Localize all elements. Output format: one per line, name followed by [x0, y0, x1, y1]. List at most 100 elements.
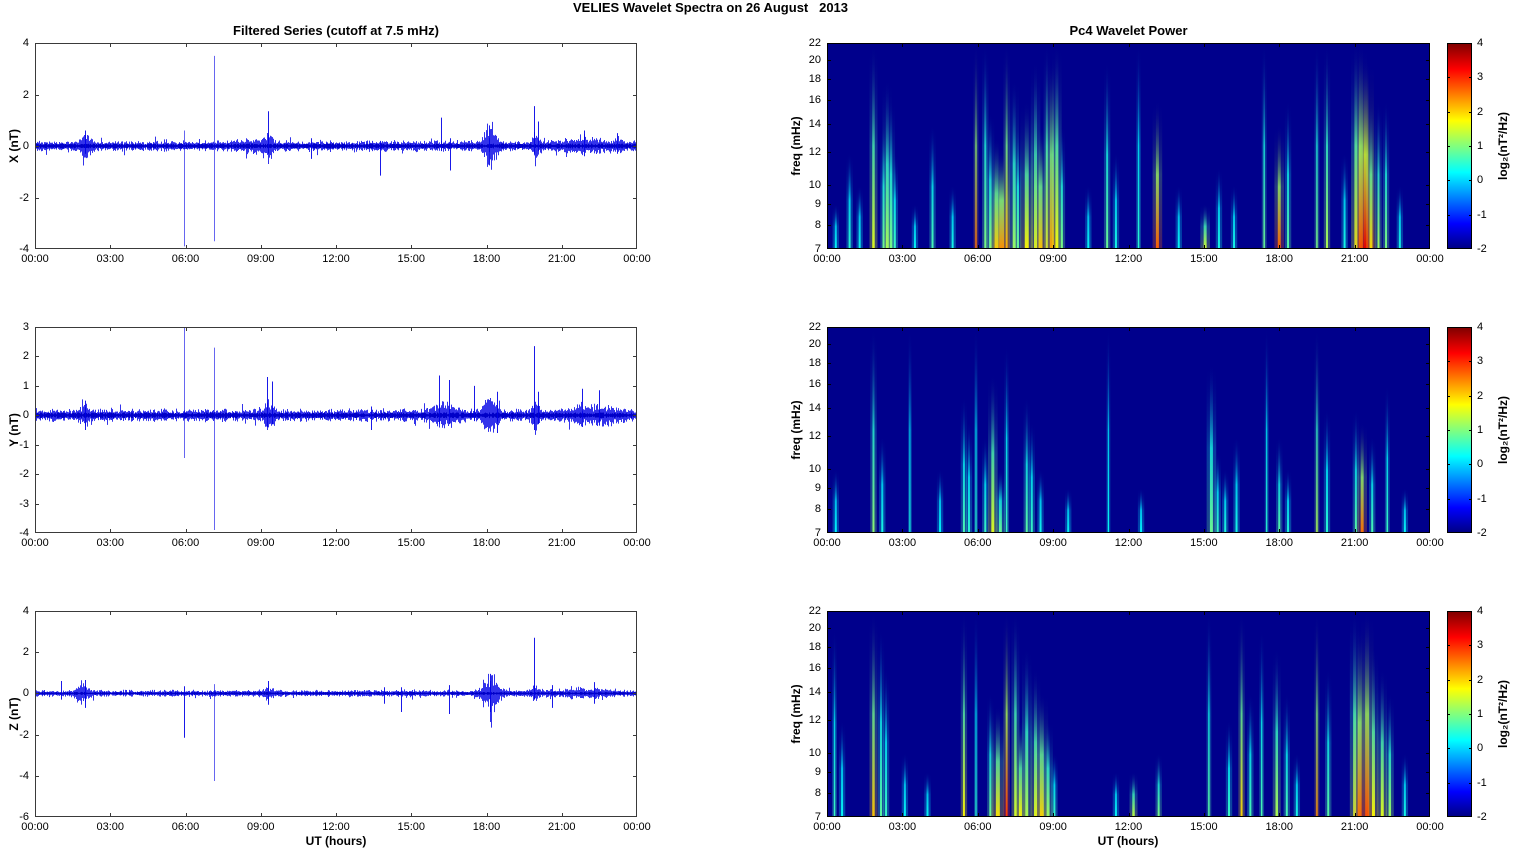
x-tick-label: 21:00 — [547, 253, 576, 265]
y-tick-label: 2 — [22, 88, 29, 101]
colorbar-tick-label: -2 — [1477, 527, 1487, 539]
x-tick-label: 12:00 — [1114, 537, 1143, 549]
plot-canvas — [35, 327, 637, 533]
x-tick-label: 06:00 — [963, 821, 992, 833]
plot-canvas — [35, 611, 637, 817]
x-tick-label: 18:00 — [472, 821, 501, 833]
x-tick-label: 15:00 — [1190, 821, 1218, 833]
plot-canvas — [827, 327, 1430, 533]
y-axis-label: Z (nT) — [7, 697, 21, 731]
x-tick-label: 06:00 — [963, 537, 992, 549]
x-tick-label: 15:00 — [397, 253, 426, 265]
freq-tick-label: 7 — [814, 811, 821, 823]
freq-tick-label: 20 — [808, 338, 821, 351]
y-axis-label: freq (mHz) — [789, 116, 803, 176]
colorbar-z: 4 3 2 1 0 -1 -2 log₂(nT²/Hz) — [1447, 605, 1510, 823]
plot-canvas — [1447, 327, 1472, 533]
freq-tick-label: 18 — [808, 641, 821, 654]
x-tick-label: 15:00 — [397, 537, 426, 549]
colorbar-tick-label: 3 — [1477, 71, 1484, 84]
x-tick-label: 03:00 — [96, 253, 125, 265]
panel-z-wavelet-power: 00:00 03:00 06:00 09:00 12:00 15:00 18:00 21:00… — [789, 605, 1444, 833]
left-column-title: Filtered Series (cutoff at 7.5 mHz) — [233, 23, 439, 38]
x-tick-label: 09:00 — [246, 253, 275, 265]
freq-tick-label: 9 — [814, 197, 821, 210]
freq-tick-label: 20 — [808, 622, 821, 635]
freq-tick-label: 16 — [808, 662, 821, 675]
x-tick-label: 12:00 — [322, 537, 350, 549]
x-tick-label: 00:00 — [623, 253, 651, 265]
x-tick-label: 18:00 — [1265, 821, 1294, 833]
y-tick-label: -4 — [19, 527, 29, 539]
figure-title: VELIES Wavelet Spectra on 26 August 2013 — [572, 0, 849, 15]
x-tick-label: 12:00 — [1114, 253, 1143, 265]
ut-hours-label-left: UT (hours) — [305, 834, 367, 848]
x-tick-label: 21:00 — [1340, 253, 1369, 265]
wavelet-spectra-figure: VELIES Wavelet Spectra on 26 August 2013… — [0, 0, 1515, 851]
colorbar-label: log₂(nT²/Hz) — [1496, 680, 1510, 748]
y-tick-label: -3 — [19, 497, 29, 510]
x-tick-label: 21:00 — [547, 537, 576, 549]
plot-canvas — [1447, 43, 1472, 249]
panel-y-filtered-series: 00:00 03:00 06:00 09:00 12:00 15:00 18:00 21:00… — [7, 321, 651, 549]
x-tick-label: 21:00 — [547, 821, 576, 833]
colorbar-tick-label: 4 — [1477, 605, 1484, 617]
freq-tick-label: 10 — [808, 462, 821, 475]
x-tick-label: 06:00 — [171, 821, 200, 833]
freq-tick-label: 10 — [808, 178, 821, 191]
y-tick-label: 2 — [22, 646, 29, 659]
x-tick-label: 09:00 — [1039, 537, 1067, 549]
colorbar-x: 4 3 2 1 0 -1 -2 log₂(nT²/Hz) — [1447, 37, 1510, 255]
panel-x-filtered-series: 00:00 03:00 06:00 09:00 12:00 15:00 18:00 21:00… — [7, 37, 651, 265]
freq-tick-label: 16 — [808, 378, 821, 391]
x-tick-label: 12:00 — [322, 821, 350, 833]
x-tick-label: 06:00 — [171, 537, 200, 549]
x-tick-label: 12:00 — [322, 253, 350, 265]
y-tick-label: 4 — [22, 37, 29, 49]
x-tick-label: 03:00 — [96, 537, 125, 549]
x-tick-label: 00:00 — [1416, 537, 1444, 549]
x-tick-label: 21:00 — [1340, 821, 1369, 833]
freq-tick-label: 7 — [814, 243, 821, 255]
x-tick-label: 18:00 — [472, 537, 501, 549]
x-tick-label: 03:00 — [888, 821, 917, 833]
freq-tick-label: 9 — [814, 765, 821, 778]
x-tick-label: 09:00 — [246, 821, 275, 833]
y-tick-label: -4 — [19, 243, 29, 255]
x-tick-label: 18:00 — [1265, 253, 1294, 265]
x-tick-label: 03:00 — [888, 253, 917, 265]
freq-tick-label: 22 — [808, 321, 821, 333]
colorbar-tick-label: 3 — [1477, 355, 1484, 368]
right-column-title: Pc4 Wavelet Power — [1069, 23, 1188, 38]
y-axis-label: X (nT) — [7, 129, 21, 163]
freq-tick-label: 10 — [808, 746, 821, 759]
plot-canvas — [827, 43, 1430, 249]
y-tick-label: 2 — [22, 350, 29, 363]
freq-tick-label: 8 — [814, 786, 821, 799]
colorbar-tick-label: 3 — [1477, 639, 1484, 652]
x-tick-label: 15:00 — [397, 821, 426, 833]
colorbar-tick-label: -1 — [1477, 776, 1487, 789]
y-tick-label: 3 — [22, 321, 29, 333]
x-tick-label: 00:00 — [1416, 253, 1444, 265]
y-axis-label: Y (nT) — [7, 413, 21, 447]
y-tick-label: -2 — [19, 191, 29, 204]
freq-tick-label: 22 — [808, 605, 821, 617]
freq-tick-label: 7 — [814, 527, 821, 539]
colorbar-tick-label: -2 — [1477, 811, 1487, 823]
x-tick-label: 09:00 — [246, 537, 275, 549]
x-tick-label: 12:00 — [1114, 821, 1143, 833]
freq-tick-label: 18 — [808, 73, 821, 86]
colorbar-label: log₂(nT²/Hz) — [1496, 396, 1510, 464]
ut-hours-label-right: UT (hours) — [1097, 834, 1159, 848]
x-tick-label: 03:00 — [96, 821, 125, 833]
x-tick-label: 21:00 — [1340, 537, 1369, 549]
y-axis-label: freq (mHz) — [789, 400, 803, 460]
colorbar-tick-label: -2 — [1477, 243, 1487, 255]
colorbar-tick-label: -1 — [1477, 208, 1487, 221]
plot-canvas — [1447, 611, 1472, 817]
x-tick-label: 06:00 — [963, 253, 992, 265]
freq-tick-label: 16 — [808, 94, 821, 107]
x-tick-label: 18:00 — [1265, 537, 1294, 549]
plot-canvas — [827, 611, 1430, 817]
